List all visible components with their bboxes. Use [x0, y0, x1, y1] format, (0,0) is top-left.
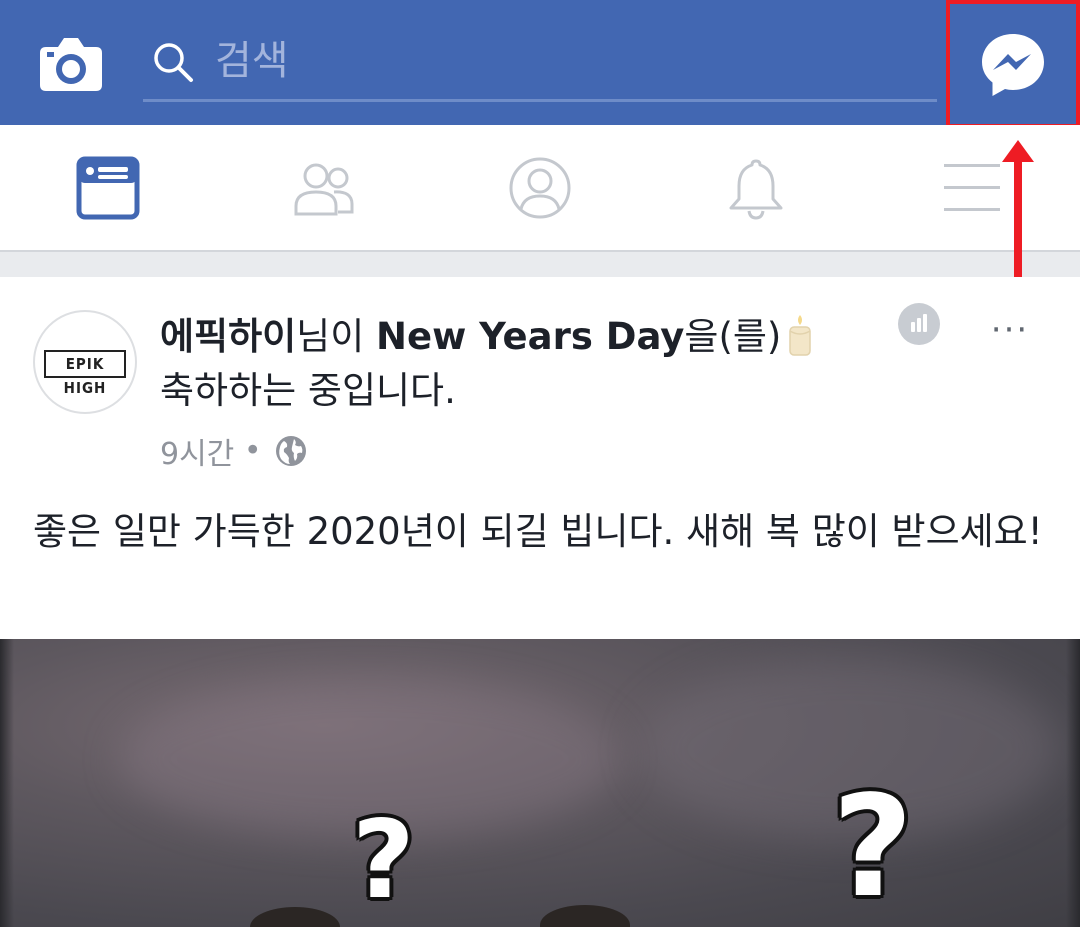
more-options-button[interactable]: ··· — [982, 313, 1038, 349]
friends-icon — [294, 163, 354, 216]
bell-icon — [729, 159, 783, 220]
tab-friends[interactable] — [216, 125, 432, 252]
annotation-arrow-icon — [1002, 140, 1034, 294]
question-mark: ? — [832, 766, 914, 927]
post-text: 좋은 일만 가득한 2020년이 되길 빕니다. 새해 복 많이 받으세요! — [33, 510, 1043, 553]
event-suffix: 을(를) — [684, 315, 782, 358]
activity-line: 축하하는 중입니다. — [160, 369, 456, 412]
tab-notifications[interactable] — [648, 125, 864, 252]
nav-bar — [0, 125, 1080, 252]
tab-news-feed[interactable] — [0, 125, 216, 252]
avatar[interactable]: EPIK HIGH — [33, 310, 137, 414]
stats-icon — [898, 303, 940, 345]
camera-icon — [40, 38, 102, 91]
author-name[interactable]: 에픽하이 — [160, 315, 296, 358]
image-edge — [1066, 639, 1080, 927]
candle-icon — [789, 315, 812, 356]
messenger-icon — [982, 34, 1044, 96]
menu-icon — [944, 164, 1000, 211]
feed-divider — [0, 252, 1080, 277]
search-icon — [154, 43, 193, 82]
messenger-button[interactable] — [946, 0, 1080, 128]
author-suffix: 님이 — [296, 315, 377, 358]
person-silhouette — [540, 905, 630, 927]
post-header: 에픽하이님이 New Years Day을(를) 축하하는 중입니다. — [160, 310, 960, 418]
meta-separator: • — [243, 433, 262, 469]
feed-post: EPIK HIGH 에픽하이님이 New Years Day을(를) 축하하는 … — [0, 277, 1080, 639]
top-bar — [0, 0, 1080, 128]
question-mark: ? — [352, 798, 415, 923]
tab-menu[interactable] — [864, 125, 1080, 252]
camera-button[interactable] — [38, 33, 104, 93]
post-image[interactable]: ? ? — [0, 639, 1080, 927]
search-bar[interactable] — [143, 22, 937, 102]
event-name[interactable]: New Years Day — [376, 315, 684, 358]
person-silhouette — [250, 907, 340, 927]
profile-icon — [509, 157, 571, 219]
post-meta: 9시간 • — [160, 429, 307, 472]
globe-icon — [276, 436, 307, 466]
search-input[interactable] — [215, 30, 915, 92]
tab-profile[interactable] — [432, 125, 648, 252]
news-feed-icon — [76, 156, 140, 220]
image-edge — [0, 639, 14, 927]
post-time[interactable]: 9시간 — [160, 437, 234, 472]
avatar-logo: EPIK HIGH — [44, 350, 126, 397]
